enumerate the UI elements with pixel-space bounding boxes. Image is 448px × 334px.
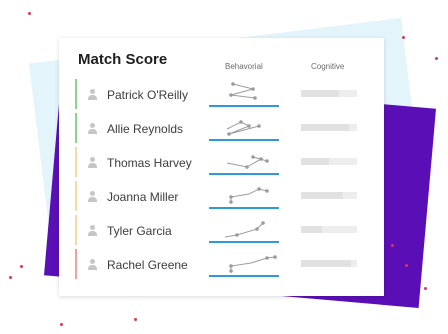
cognitive-bar-fill xyxy=(301,192,343,199)
score-accent-bar xyxy=(75,147,77,177)
person-icon xyxy=(88,89,97,100)
cognitive-column-header: Cognitive xyxy=(311,62,345,71)
decor-dot xyxy=(20,265,23,268)
cognitive-bar-fill xyxy=(301,90,340,97)
candidate-row[interactable]: Rachel Greene xyxy=(75,249,375,279)
cognitive-bar xyxy=(301,226,357,233)
person-icon xyxy=(88,123,97,134)
score-accent-bar xyxy=(75,181,77,211)
person-icon xyxy=(88,225,97,236)
decor-dot xyxy=(9,276,12,279)
candidate-name: Joanna Miller xyxy=(107,190,179,204)
decor-dot xyxy=(391,244,394,247)
behavioral-baseline xyxy=(209,139,279,141)
candidate-name: Tyler Garcia xyxy=(107,224,172,238)
behavioral-baseline xyxy=(209,275,279,277)
behavioral-baseline xyxy=(209,241,279,243)
behavioral-baseline xyxy=(209,105,279,107)
candidate-name: Rachel Greene xyxy=(107,258,188,272)
score-accent-bar xyxy=(75,79,77,109)
score-accent-bar xyxy=(75,249,77,279)
candidate-name: Patrick O'Reilly xyxy=(107,88,188,102)
decor-dot xyxy=(60,323,63,326)
candidate-name: Allie Reynolds xyxy=(107,122,184,136)
cognitive-bar xyxy=(301,90,357,97)
person-icon xyxy=(88,191,97,202)
behavioral-baseline xyxy=(209,173,279,175)
cognitive-bar xyxy=(301,192,357,199)
candidate-row[interactable]: Patrick O'Reilly xyxy=(75,79,375,109)
decor-dot xyxy=(424,287,427,290)
person-icon xyxy=(88,157,97,168)
match-score-card: Match Score Behavorial Cognitive Patrick… xyxy=(59,38,384,296)
candidate-name: Thomas Harvey xyxy=(107,156,192,170)
candidate-row[interactable]: Tyler Garcia xyxy=(75,215,375,245)
cognitive-bar xyxy=(301,124,357,131)
behavioral-column-header: Behavorial xyxy=(225,62,263,71)
cognitive-bar xyxy=(301,260,357,267)
decor-dot xyxy=(402,36,405,39)
behavioral-baseline xyxy=(209,207,279,209)
decor-dot xyxy=(435,57,438,60)
decor-dot xyxy=(28,12,31,15)
person-icon xyxy=(88,259,97,270)
cognitive-bar-fill xyxy=(301,124,349,131)
candidate-row[interactable]: Joanna Miller xyxy=(75,181,375,211)
cognitive-bar-fill xyxy=(301,158,329,165)
candidate-row[interactable]: Allie Reynolds xyxy=(75,113,375,143)
decor-dot xyxy=(405,264,408,267)
cognitive-bar-fill xyxy=(301,260,352,267)
score-accent-bar xyxy=(75,113,77,143)
cognitive-bar xyxy=(301,158,357,165)
candidate-row[interactable]: Thomas Harvey xyxy=(75,147,375,177)
cognitive-bar-fill xyxy=(301,226,323,233)
decor-dot xyxy=(134,318,137,321)
card-title: Match Score xyxy=(78,51,168,68)
score-accent-bar xyxy=(75,215,77,245)
